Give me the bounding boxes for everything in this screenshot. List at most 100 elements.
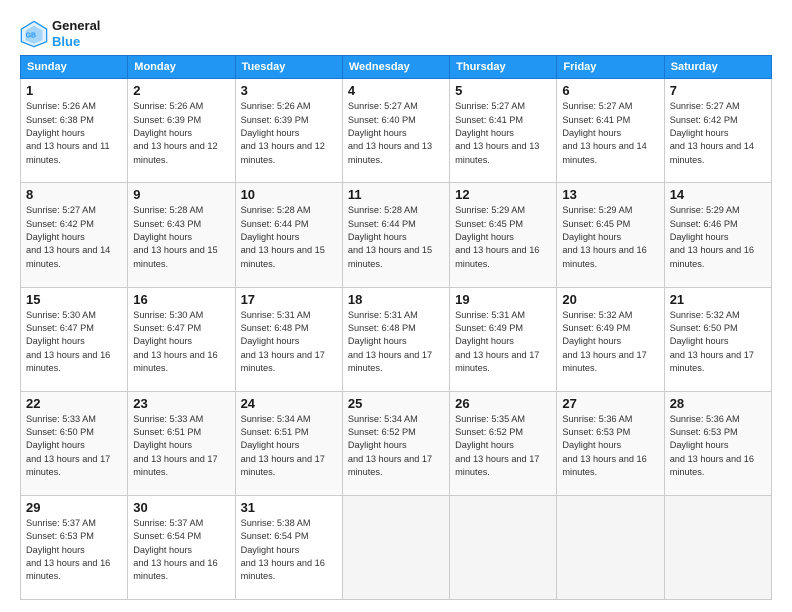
day-info: Sunrise: 5:29 AM Sunset: 6:45 PM Dayligh… [455,204,551,271]
day-info: Sunrise: 5:29 AM Sunset: 6:46 PM Dayligh… [670,204,766,271]
day-number: 20 [562,292,658,307]
day-info: Sunrise: 5:27 AM Sunset: 6:40 PM Dayligh… [348,100,444,167]
calendar-cell: 17 Sunrise: 5:31 AM Sunset: 6:48 PM Dayl… [235,287,342,391]
calendar-cell: 21 Sunrise: 5:32 AM Sunset: 6:50 PM Dayl… [664,287,771,391]
day-number: 16 [133,292,229,307]
day-info: Sunrise: 5:30 AM Sunset: 6:47 PM Dayligh… [133,309,229,376]
calendar-week-5: 29 Sunrise: 5:37 AM Sunset: 6:53 PM Dayl… [21,495,772,599]
day-number: 15 [26,292,122,307]
calendar-header-friday: Friday [557,56,664,79]
page: GB General Blue SundayMondayTuesdayWedne… [0,0,792,612]
day-info: Sunrise: 5:38 AM Sunset: 6:54 PM Dayligh… [241,517,337,584]
day-number: 12 [455,187,551,202]
day-number: 28 [670,396,766,411]
day-number: 1 [26,83,122,98]
day-number: 17 [241,292,337,307]
day-number: 23 [133,396,229,411]
calendar-cell: 22 Sunrise: 5:33 AM Sunset: 6:50 PM Dayl… [21,391,128,495]
day-info: Sunrise: 5:34 AM Sunset: 6:51 PM Dayligh… [241,413,337,480]
day-number: 3 [241,83,337,98]
day-number: 14 [670,187,766,202]
day-number: 9 [133,187,229,202]
day-info: Sunrise: 5:27 AM Sunset: 6:42 PM Dayligh… [26,204,122,271]
calendar-cell [342,495,449,599]
day-info: Sunrise: 5:29 AM Sunset: 6:45 PM Dayligh… [562,204,658,271]
calendar-cell: 13 Sunrise: 5:29 AM Sunset: 6:45 PM Dayl… [557,183,664,287]
day-info: Sunrise: 5:36 AM Sunset: 6:53 PM Dayligh… [670,413,766,480]
calendar: SundayMondayTuesdayWednesdayThursdayFrid… [20,55,772,600]
calendar-cell: 2 Sunrise: 5:26 AM Sunset: 6:39 PM Dayli… [128,79,235,183]
day-number: 31 [241,500,337,515]
day-info: Sunrise: 5:26 AM Sunset: 6:38 PM Dayligh… [26,100,122,167]
calendar-cell: 6 Sunrise: 5:27 AM Sunset: 6:41 PM Dayli… [557,79,664,183]
day-number: 25 [348,396,444,411]
calendar-header-saturday: Saturday [664,56,771,79]
day-info: Sunrise: 5:26 AM Sunset: 6:39 PM Dayligh… [241,100,337,167]
calendar-cell: 19 Sunrise: 5:31 AM Sunset: 6:49 PM Dayl… [450,287,557,391]
calendar-cell: 20 Sunrise: 5:32 AM Sunset: 6:49 PM Dayl… [557,287,664,391]
day-info: Sunrise: 5:31 AM Sunset: 6:49 PM Dayligh… [455,309,551,376]
calendar-cell: 16 Sunrise: 5:30 AM Sunset: 6:47 PM Dayl… [128,287,235,391]
day-number: 27 [562,396,658,411]
calendar-header-thursday: Thursday [450,56,557,79]
calendar-cell [664,495,771,599]
svg-text:GB: GB [26,32,36,39]
day-info: Sunrise: 5:37 AM Sunset: 6:53 PM Dayligh… [26,517,122,584]
day-info: Sunrise: 5:32 AM Sunset: 6:49 PM Dayligh… [562,309,658,376]
day-number: 22 [26,396,122,411]
day-info: Sunrise: 5:26 AM Sunset: 6:39 PM Dayligh… [133,100,229,167]
day-info: Sunrise: 5:34 AM Sunset: 6:52 PM Dayligh… [348,413,444,480]
calendar-header-monday: Monday [128,56,235,79]
calendar-cell: 14 Sunrise: 5:29 AM Sunset: 6:46 PM Dayl… [664,183,771,287]
header: GB General Blue [20,18,772,49]
day-info: Sunrise: 5:28 AM Sunset: 6:43 PM Dayligh… [133,204,229,271]
day-number: 8 [26,187,122,202]
calendar-cell: 5 Sunrise: 5:27 AM Sunset: 6:41 PM Dayli… [450,79,557,183]
day-info: Sunrise: 5:33 AM Sunset: 6:50 PM Dayligh… [26,413,122,480]
day-number: 7 [670,83,766,98]
day-number: 2 [133,83,229,98]
day-info: Sunrise: 5:31 AM Sunset: 6:48 PM Dayligh… [241,309,337,376]
logo: GB General Blue [20,18,100,49]
day-info: Sunrise: 5:35 AM Sunset: 6:52 PM Dayligh… [455,413,551,480]
day-number: 18 [348,292,444,307]
day-info: Sunrise: 5:33 AM Sunset: 6:51 PM Dayligh… [133,413,229,480]
day-number: 11 [348,187,444,202]
calendar-header-wednesday: Wednesday [342,56,449,79]
day-info: Sunrise: 5:28 AM Sunset: 6:44 PM Dayligh… [348,204,444,271]
calendar-cell: 30 Sunrise: 5:37 AM Sunset: 6:54 PM Dayl… [128,495,235,599]
logo-icon: GB [20,20,48,48]
day-info: Sunrise: 5:30 AM Sunset: 6:47 PM Dayligh… [26,309,122,376]
calendar-cell: 26 Sunrise: 5:35 AM Sunset: 6:52 PM Dayl… [450,391,557,495]
day-number: 26 [455,396,551,411]
calendar-cell: 25 Sunrise: 5:34 AM Sunset: 6:52 PM Dayl… [342,391,449,495]
calendar-cell: 8 Sunrise: 5:27 AM Sunset: 6:42 PM Dayli… [21,183,128,287]
calendar-cell: 12 Sunrise: 5:29 AM Sunset: 6:45 PM Dayl… [450,183,557,287]
calendar-cell: 27 Sunrise: 5:36 AM Sunset: 6:53 PM Dayl… [557,391,664,495]
calendar-cell: 11 Sunrise: 5:28 AM Sunset: 6:44 PM Dayl… [342,183,449,287]
day-number: 19 [455,292,551,307]
calendar-week-3: 15 Sunrise: 5:30 AM Sunset: 6:47 PM Dayl… [21,287,772,391]
calendar-cell: 1 Sunrise: 5:26 AM Sunset: 6:38 PM Dayli… [21,79,128,183]
day-info: Sunrise: 5:27 AM Sunset: 6:41 PM Dayligh… [455,100,551,167]
day-info: Sunrise: 5:31 AM Sunset: 6:48 PM Dayligh… [348,309,444,376]
day-info: Sunrise: 5:32 AM Sunset: 6:50 PM Dayligh… [670,309,766,376]
day-info: Sunrise: 5:27 AM Sunset: 6:42 PM Dayligh… [670,100,766,167]
calendar-cell: 3 Sunrise: 5:26 AM Sunset: 6:39 PM Dayli… [235,79,342,183]
calendar-cell: 23 Sunrise: 5:33 AM Sunset: 6:51 PM Dayl… [128,391,235,495]
calendar-header-tuesday: Tuesday [235,56,342,79]
calendar-cell: 29 Sunrise: 5:37 AM Sunset: 6:53 PM Dayl… [21,495,128,599]
day-number: 10 [241,187,337,202]
day-info: Sunrise: 5:27 AM Sunset: 6:41 PM Dayligh… [562,100,658,167]
calendar-header-sunday: Sunday [21,56,128,79]
calendar-cell: 4 Sunrise: 5:27 AM Sunset: 6:40 PM Dayli… [342,79,449,183]
day-number: 4 [348,83,444,98]
calendar-week-4: 22 Sunrise: 5:33 AM Sunset: 6:50 PM Dayl… [21,391,772,495]
day-info: Sunrise: 5:28 AM Sunset: 6:44 PM Dayligh… [241,204,337,271]
calendar-cell: 9 Sunrise: 5:28 AM Sunset: 6:43 PM Dayli… [128,183,235,287]
day-number: 30 [133,500,229,515]
day-number: 13 [562,187,658,202]
calendar-cell: 31 Sunrise: 5:38 AM Sunset: 6:54 PM Dayl… [235,495,342,599]
day-number: 24 [241,396,337,411]
day-info: Sunrise: 5:37 AM Sunset: 6:54 PM Dayligh… [133,517,229,584]
